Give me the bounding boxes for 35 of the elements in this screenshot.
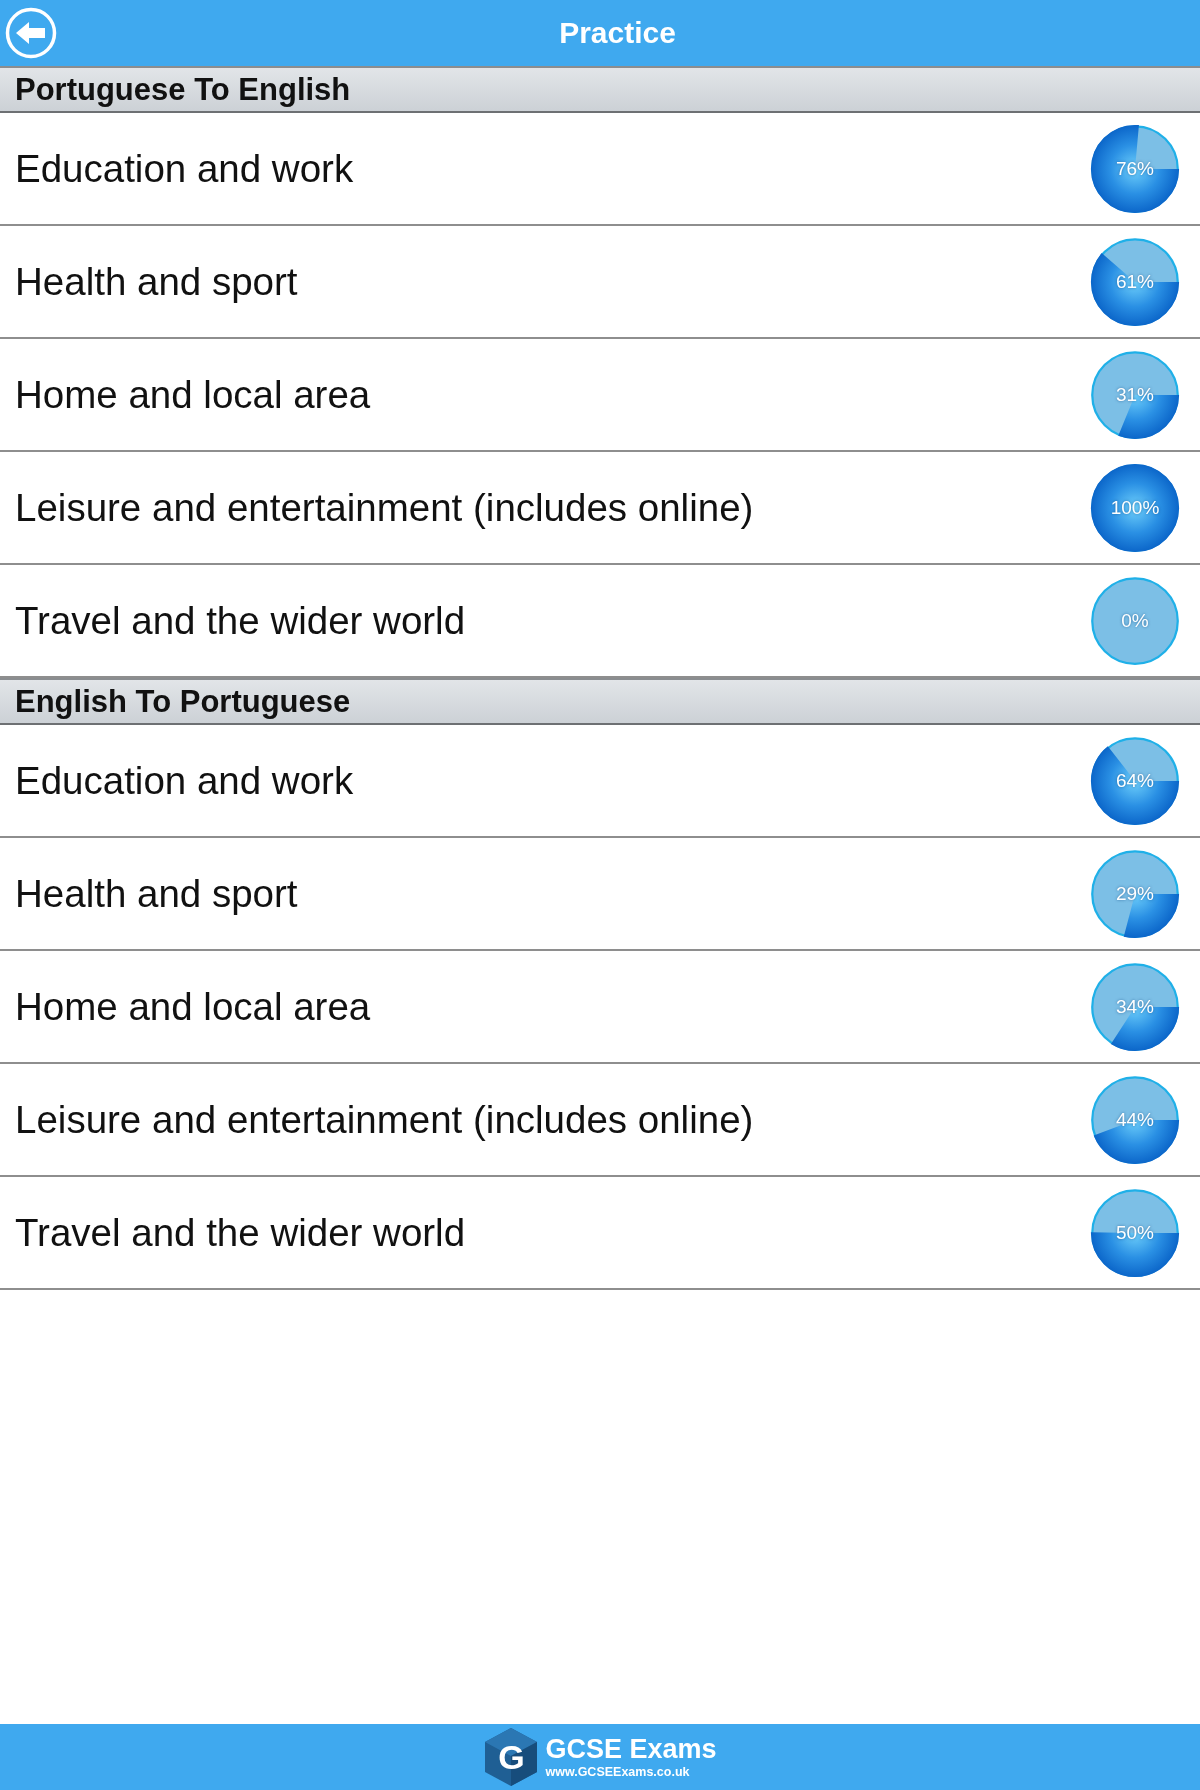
logo-mark: G bbox=[483, 1727, 540, 1787]
topic-row[interactable]: Health and sport 29% bbox=[0, 838, 1200, 951]
progress-percent: 34% bbox=[1116, 995, 1154, 1018]
topic-label: Health and sport bbox=[15, 871, 298, 916]
progress-percent: 100% bbox=[1110, 496, 1160, 519]
topic-row[interactable]: Leisure and entertainment (includes online) 44% bbox=[0, 1064, 1200, 1177]
brand-name: GCSE Exams bbox=[545, 1735, 717, 1763]
progress-percent: 64% bbox=[1116, 769, 1154, 792]
topic-label: Home and local area bbox=[15, 372, 371, 417]
section-header: English To Portuguese bbox=[0, 678, 1200, 725]
topic-row[interactable]: Leisure and entertainment (includes online) 100% bbox=[0, 452, 1200, 565]
progress-percent: 44% bbox=[1116, 1108, 1154, 1131]
page-title: Practice bbox=[559, 16, 676, 50]
topic-label: Education and work bbox=[15, 758, 354, 803]
topic-row[interactable]: Travel and the wider world 50% bbox=[0, 1177, 1200, 1290]
topic-row[interactable]: Education and work 64% bbox=[0, 725, 1200, 838]
topic-row[interactable]: Home and local area 31% bbox=[0, 339, 1200, 452]
progress-percent: 0% bbox=[1121, 609, 1149, 632]
topic-label: Travel and the wider world bbox=[15, 598, 466, 643]
section-header: Portuguese To English bbox=[0, 66, 1200, 113]
topic-row[interactable]: Home and local area 34% bbox=[0, 951, 1200, 1064]
progress-percent: 76% bbox=[1116, 157, 1154, 180]
topic-label: Health and sport bbox=[15, 259, 298, 304]
progress-percent: 31% bbox=[1116, 383, 1154, 406]
progress-percent: 61% bbox=[1116, 270, 1154, 293]
topic-label: Leisure and entertainment (includes online) bbox=[15, 1097, 754, 1142]
back-button[interactable] bbox=[5, 7, 57, 59]
progress-percent: 50% bbox=[1116, 1221, 1154, 1244]
topic-row[interactable]: Health and sport 61% bbox=[0, 226, 1200, 339]
topic-label: Home and local area bbox=[15, 984, 371, 1029]
progress-percent: 29% bbox=[1116, 882, 1154, 905]
topic-label: Travel and the wider world bbox=[15, 1210, 466, 1255]
topic-row[interactable]: Education and work 76% bbox=[0, 113, 1200, 226]
topic-label: Leisure and entertainment (includes online) bbox=[15, 485, 754, 530]
topic-label: Education and work bbox=[15, 146, 354, 191]
